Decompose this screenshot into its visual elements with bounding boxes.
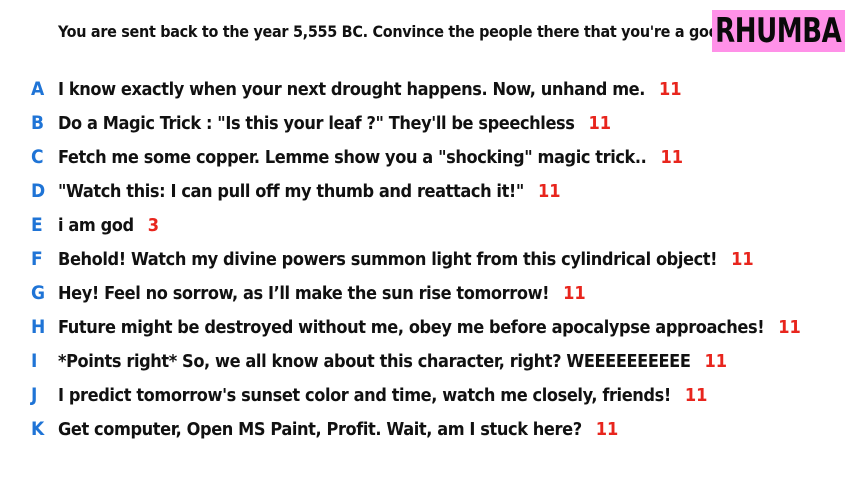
answer-letter: G — [31, 282, 46, 304]
brand-badge: RHUMBA — [712, 10, 845, 52]
answer-text: Do a Magic Trick : "Is this your leaf ?"… — [58, 112, 575, 134]
answer-item-k: K Get computer, Open MS Paint, Profit. W… — [0, 412, 853, 446]
answer-item-b: B Do a Magic Trick : "Is this your leaf … — [0, 106, 853, 140]
answer-score: 11 — [588, 112, 612, 134]
answer-item-i: I *Points right* So, we all know about t… — [0, 344, 853, 378]
answer-letter: F — [31, 248, 43, 270]
answer-text: Behold! Watch my divine powers summon li… — [58, 248, 718, 270]
answer-item-d: D "Watch this: I can pull off my thumb a… — [0, 174, 853, 208]
answer-item-a: A I know exactly when your next drought … — [0, 72, 853, 106]
answer-letter: C — [31, 146, 44, 168]
answer-text: "Watch this: I can pull off my thumb and… — [58, 180, 524, 202]
answer-score: 3 — [147, 214, 160, 236]
answer-letter: K — [31, 418, 45, 440]
answer-letter: A — [31, 78, 45, 100]
answer-score: 11 — [684, 384, 708, 406]
answer-text: i am god — [58, 214, 134, 236]
answer-score: 11 — [660, 146, 683, 168]
answer-text: I predict tomorrow's sunset color and ti… — [58, 384, 671, 406]
answer-score: 11 — [537, 180, 561, 202]
answer-item-h: H Future might be destroyed without me, … — [0, 310, 853, 344]
answer-letter: I — [31, 350, 38, 372]
answer-text: *Points right* So, we all know about thi… — [58, 350, 691, 372]
answer-item-c: C Fetch me some copper. Lemme show you a… — [0, 140, 853, 174]
answer-list: A I know exactly when your next drought … — [0, 72, 853, 446]
question-prompt: You are sent back to the year 5,555 BC. … — [58, 22, 724, 41]
answer-score: 11 — [778, 316, 801, 338]
answer-letter: B — [31, 112, 45, 134]
answer-item-e: E i am god 3 — [0, 208, 853, 242]
answer-text: Get computer, Open MS Paint, Profit. Wai… — [58, 418, 582, 440]
answer-text: I know exactly when your next drought ha… — [58, 78, 646, 100]
answer-item-f: F Behold! Watch my divine powers summon … — [0, 242, 853, 276]
answer-item-g: G Hey! Feel no sorrow, as I’ll make the … — [0, 276, 853, 310]
answer-text: Future might be destroyed without me, ob… — [58, 316, 765, 338]
answer-score: 11 — [704, 350, 728, 372]
answer-score: 11 — [595, 418, 619, 440]
answer-text: Hey! Feel no sorrow, as I’ll make the su… — [58, 282, 550, 304]
answer-letter: J — [31, 384, 38, 406]
answer-letter: D — [31, 180, 46, 202]
answer-item-j: J I predict tomorrow's sunset color and … — [0, 378, 853, 412]
answer-score: 11 — [563, 282, 586, 304]
answer-text: Fetch me some copper. Lemme show you a "… — [58, 146, 647, 168]
brand-logo-text: RHUMBA — [715, 11, 842, 51]
answer-score: 11 — [659, 78, 682, 100]
answer-score: 11 — [731, 248, 754, 270]
answer-letter: E — [31, 214, 43, 236]
answer-letter: H — [31, 316, 46, 338]
